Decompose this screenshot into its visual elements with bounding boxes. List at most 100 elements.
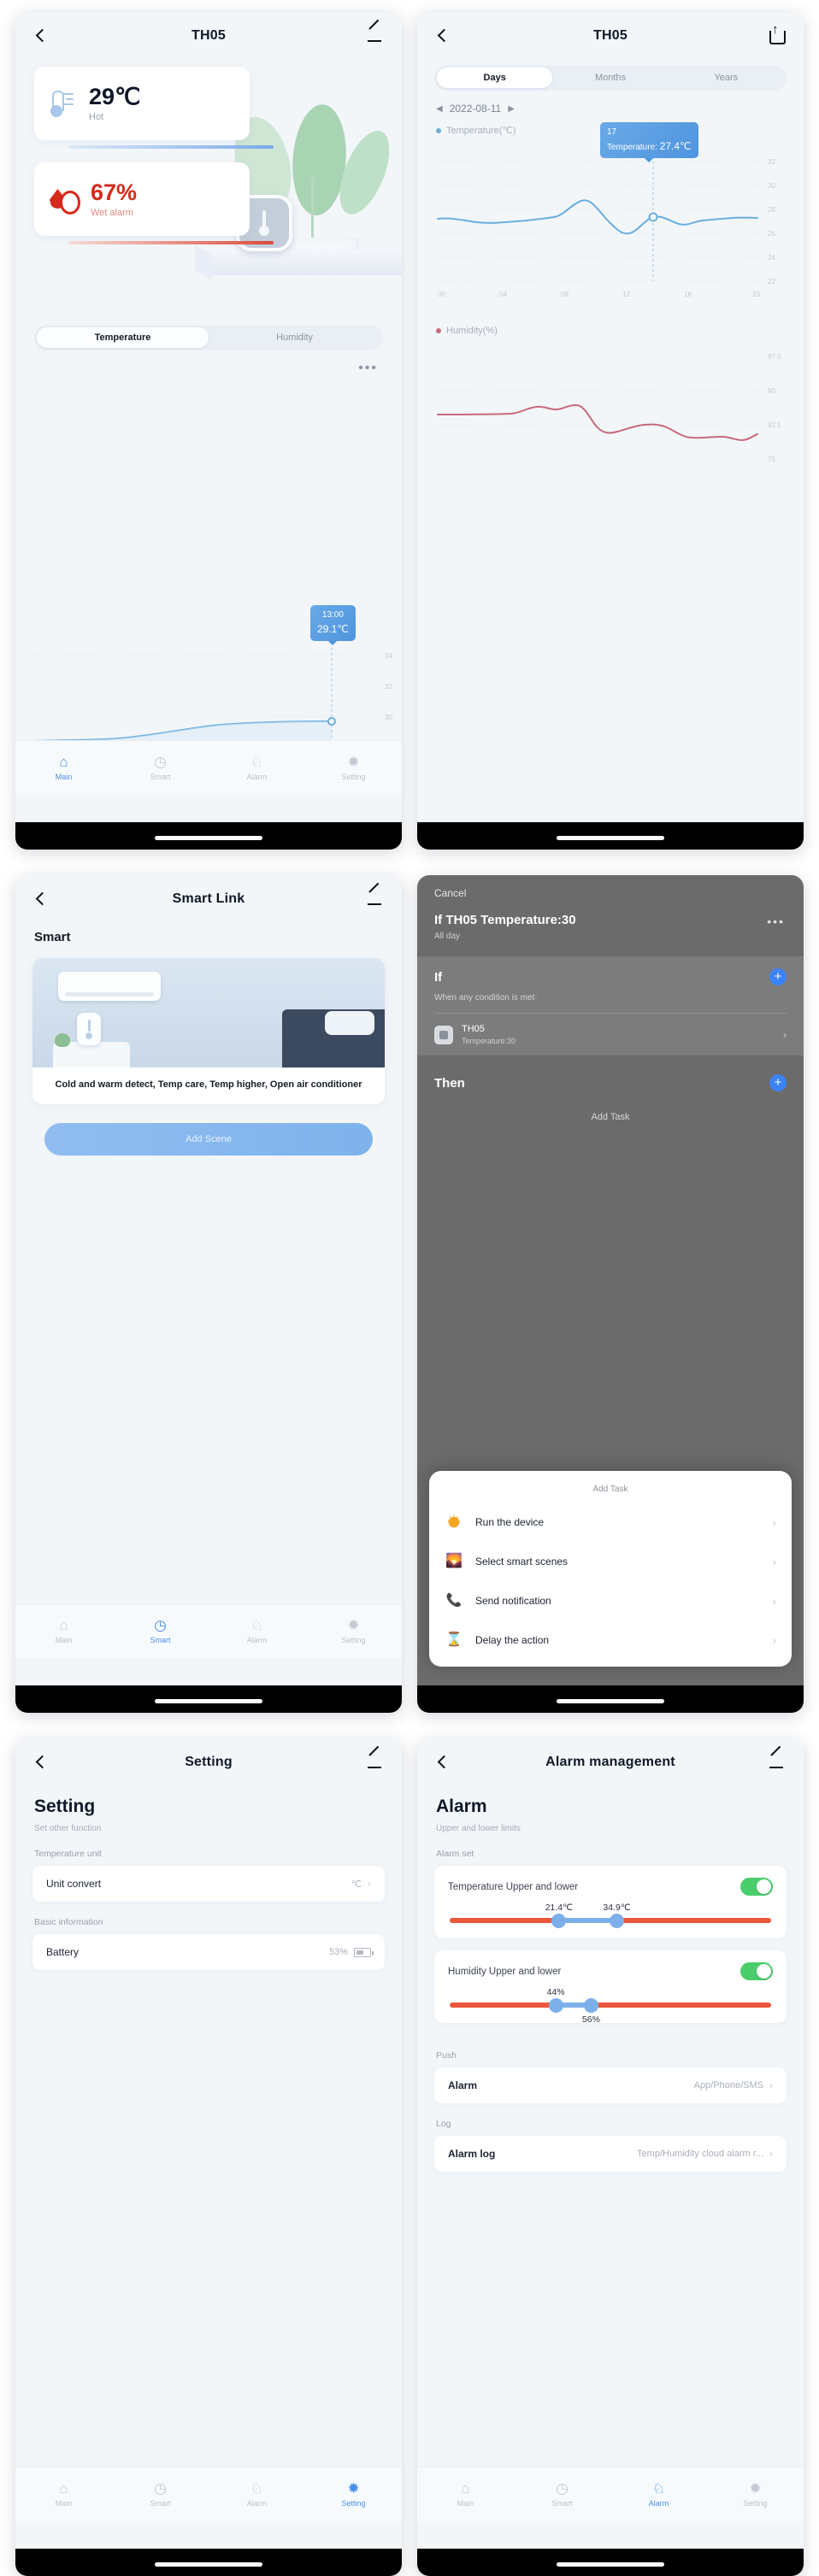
nav-item-alarm[interactable]: ♘ Alarm — [209, 2481, 305, 2508]
svg-text:30: 30 — [768, 182, 775, 190]
bottom-nav-alarm: ⌂ Main ◷ Smart ♘ Alarm ✹ Setting — [417, 2467, 804, 2521]
temperature-chart[interactable]: 32 30 28 26 24 22 00 04 08 12 16 23 17 T… — [417, 122, 804, 315]
add-scene-button[interactable]: Add Scene — [44, 1123, 373, 1156]
humidity-limit-toggle[interactable] — [740, 1962, 773, 1980]
humidity-chart[interactable]: 97.5 90 82.5 75 — [417, 336, 804, 490]
if-header-row: If + — [434, 968, 787, 985]
pencil-icon[interactable] — [366, 890, 385, 909]
tab-days[interactable]: Days — [437, 68, 553, 88]
nav-label-main: Main — [457, 2499, 474, 2508]
cancel-button[interactable]: Cancel — [417, 875, 804, 899]
nav-item-smart[interactable]: ◷ Smart — [112, 2481, 209, 2508]
ellipsis-icon[interactable]: ••• — [767, 915, 785, 928]
condition-row[interactable]: TH05 Temperature:30 › — [434, 1014, 787, 1056]
prev-day-icon[interactable]: ◀ — [436, 104, 443, 114]
back-icon[interactable] — [32, 27, 50, 44]
ellipsis-icon[interactable]: ••• — [358, 361, 378, 376]
tab-humidity[interactable]: Humidity — [209, 327, 380, 348]
humidity-range-slider[interactable]: 44% 56% — [450, 1987, 771, 2025]
tab-months[interactable]: Months — [552, 68, 668, 88]
home-indicator — [15, 822, 402, 850]
back-icon[interactable] — [32, 1754, 50, 1771]
back-icon[interactable] — [434, 1754, 451, 1771]
nav-item-smart[interactable]: ◷ Smart — [112, 755, 209, 781]
nav-item-setting[interactable]: ✹ Setting — [305, 1618, 402, 1644]
temperature-range-slider[interactable]: 21.4℃ 34.9℃ — [450, 1903, 771, 1928]
scene-illustration — [32, 958, 385, 1067]
humidity-lower-knob[interactable] — [548, 1997, 563, 2013]
phone-alarm-screen: Alarm management Alarm Upper and lower l… — [417, 1738, 804, 2576]
group-label-temperature-unit: Temperature unit — [34, 1849, 102, 1859]
sensor-device-illustration — [77, 1013, 101, 1045]
temperature-card[interactable]: 29℃ Hot — [34, 67, 250, 140]
add-task-button[interactable]: + — [769, 1074, 787, 1091]
row-push-alarm[interactable]: Alarm App/Phone/SMS › — [434, 2067, 787, 2103]
svg-text:22: 22 — [768, 278, 775, 285]
pencil-icon[interactable] — [366, 1753, 385, 1772]
humidity-upper-knob[interactable] — [583, 1997, 598, 2013]
add-condition-button[interactable]: + — [769, 968, 787, 985]
pencil-icon[interactable] — [366, 26, 385, 45]
svg-text:82.5: 82.5 — [768, 421, 781, 429]
nav-item-alarm[interactable]: ♘ Alarm — [209, 755, 305, 781]
tab-temperature[interactable]: Temperature — [37, 327, 209, 348]
setting-subheading: Set other function — [34, 1824, 102, 1833]
sheet-item-send-notification[interactable]: Send notification › — [429, 1581, 792, 1620]
temperature-status: Hot — [89, 112, 104, 123]
row-alarm-log[interactable]: Alarm log Temp/Humidity cloud alarm r...… — [434, 2136, 787, 2172]
pencil-icon[interactable] — [768, 1753, 787, 1772]
sheet-item-delay-action[interactable]: Delay the action › — [429, 1620, 792, 1660]
home-indicator — [15, 2549, 402, 2576]
clock-icon: ◷ — [154, 2480, 167, 2497]
nav-item-setting[interactable]: ✹ Setting — [305, 2481, 402, 2508]
topbar-history: TH05 — [417, 12, 804, 60]
hourglass-icon — [445, 1631, 463, 1650]
bottom-nav-setting: ⌂ Main ◷ Smart ♘ Alarm ✹ Setting — [15, 2467, 402, 2521]
nav-item-main[interactable]: ⌂ Main — [15, 755, 112, 781]
thermometer-icon — [50, 89, 75, 118]
scene-card[interactable]: Cold and warm detect, Temp care, Temp hi… — [32, 958, 385, 1105]
temperature-upper-knob[interactable] — [610, 1913, 625, 1928]
unit-value: ℃ — [351, 1879, 362, 1890]
then-section: Then + — [417, 1056, 804, 1091]
svg-text:97.5: 97.5 — [768, 353, 781, 361]
metric-toggle-group: Temperature Humidity — [34, 325, 383, 350]
row-battery[interactable]: Battery 53% — [32, 1934, 385, 1970]
svg-text:34: 34 — [385, 652, 392, 660]
tab-years[interactable]: Years — [669, 68, 784, 88]
nav-item-smart[interactable]: ◷ Smart — [112, 1618, 209, 1644]
nav-item-main[interactable]: ⌂ Main — [417, 2481, 514, 2508]
back-icon[interactable] — [32, 891, 50, 908]
page-title: Alarm management — [545, 1755, 675, 1769]
nav-item-alarm[interactable]: ♘ Alarm — [610, 2481, 707, 2508]
humidity-card[interactable]: 67% Wet alarm — [34, 162, 250, 236]
row-unit-convert[interactable]: Unit convert ℃ › — [32, 1866, 385, 1902]
temperature-lower-knob[interactable] — [551, 1913, 567, 1928]
svg-text:12: 12 — [622, 291, 630, 298]
nav-item-setting[interactable]: ✹ Setting — [305, 755, 402, 781]
temperature-upper-label: 34.9℃ — [603, 1903, 631, 1913]
scene-icon — [445, 1552, 463, 1571]
share-export-icon[interactable] — [768, 22, 787, 45]
nav-item-main[interactable]: ⌂ Main — [15, 2481, 112, 2508]
sheet-item-select-scenes[interactable]: Select smart scenes › — [429, 1542, 792, 1581]
nav-item-alarm[interactable]: ♘ Alarm — [209, 1618, 305, 1644]
sheet-item-run-device[interactable]: Run the device › — [429, 1503, 792, 1542]
svg-text:28: 28 — [768, 206, 775, 214]
nav-item-setting[interactable]: ✹ Setting — [707, 2481, 804, 2508]
nav-label-main: Main — [55, 2499, 73, 2508]
sheet-item-label: Send notification — [475, 1595, 551, 1607]
nav-item-smart[interactable]: ◷ Smart — [514, 2481, 610, 2508]
bell-icon: ♘ — [250, 1617, 264, 1633]
chevron-right-icon: › — [783, 1028, 787, 1041]
temperature-limit-toggle[interactable] — [740, 1878, 773, 1896]
next-day-icon[interactable]: ▶ — [508, 104, 515, 114]
group-label-basic-information: Basic information — [34, 1917, 103, 1927]
back-icon[interactable] — [434, 27, 451, 44]
phone-history-screen: TH05 Days Months Years ◀ 2022-08-11 ▶ Te… — [417, 12, 804, 850]
nav-item-main[interactable]: ⌂ Main — [15, 1618, 112, 1644]
temperature-limit-card: Temperature Upper and lower 21.4℃ 34.9℃ — [434, 1866, 787, 1938]
clock-icon: ◷ — [154, 1617, 167, 1633]
page-title: TH05 — [593, 28, 628, 43]
chevron-right-icon: › — [769, 2148, 773, 2160]
